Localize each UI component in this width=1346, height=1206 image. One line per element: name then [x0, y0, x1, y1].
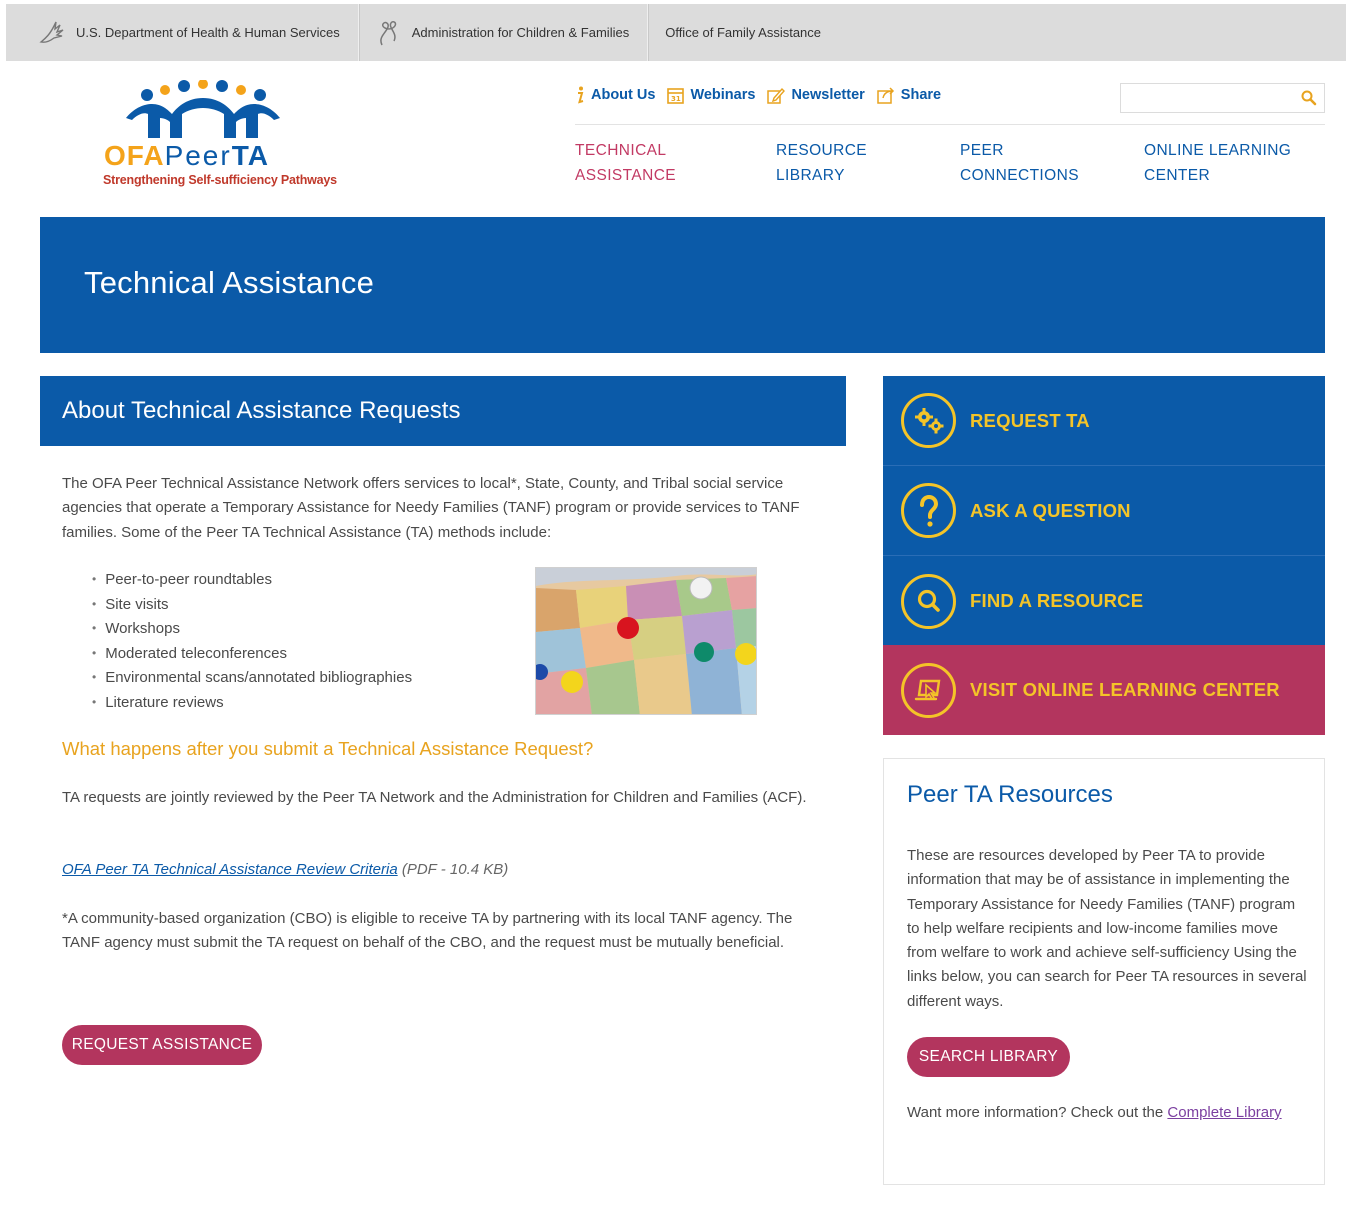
header-divider: [575, 124, 1325, 125]
nav-technical-assistance[interactable]: TECHNICAL ASSISTANCE: [575, 138, 676, 188]
search-icon[interactable]: [1300, 89, 1318, 107]
share-icon: [877, 86, 895, 104]
gears-icon: [901, 393, 956, 448]
page-banner: Technical Assistance: [40, 217, 1325, 353]
cta-ask-question[interactable]: ASK A QUESTION: [883, 466, 1325, 556]
logo-wordmark: OFAPeerTA: [104, 140, 269, 171]
intro-paragraph: The OFA Peer Technical Assistance Networ…: [62, 475, 800, 541]
cta-visit-online-learning-label: VISIT ONLINE LEARNING CENTER: [970, 679, 1280, 700]
resources-description: These are resources developed by Peer TA…: [907, 847, 1307, 1010]
search-library-button[interactable]: SEARCH LIBRARY: [907, 1037, 1070, 1077]
site-logo[interactable]: OFAPeerTA Strengthening Self-sufficiency…: [100, 80, 337, 195]
laptop-cursor-icon: [901, 662, 956, 718]
list-item: Site visits: [92, 593, 412, 618]
webinars-link[interactable]: 31 Webinars: [667, 87, 755, 104]
ofa-label: Office of Family Assistance: [665, 25, 822, 40]
criteria-paragraph: OFA Peer TA Technical Assistance Review …: [62, 858, 832, 882]
site-search: [1120, 83, 1325, 113]
hhs-eagle-icon: [38, 20, 66, 46]
ofa-link[interactable]: Office of Family Assistance: [647, 4, 839, 61]
about-us-link[interactable]: About Us: [575, 86, 655, 104]
map-pins-image: [535, 567, 757, 715]
newsletter-link[interactable]: Newsletter: [767, 87, 865, 104]
list-item: Workshops: [92, 617, 412, 642]
cta-visit-online-learning[interactable]: VISIT ONLINE LEARNING CENTER: [883, 645, 1325, 735]
cta-find-resource[interactable]: FIND A RESOURCE: [883, 556, 1325, 646]
page-title: Technical Assistance: [84, 265, 375, 300]
svg-text:31: 31: [671, 95, 681, 103]
list-item: Peer-to-peer roundtables: [92, 568, 412, 593]
list-item: Literature reviews: [92, 691, 412, 716]
nav-peer-connections[interactable]: PEER CONNECTIONS: [960, 138, 1079, 188]
utility-nav: About Us 31 Webinars Newsletter Share: [575, 86, 941, 104]
logo-people-icon: [126, 80, 280, 138]
hhs-label: U.S. Department of Health & Human Servic…: [76, 25, 340, 40]
peer-ta-resources-box: Peer TA Resources These are resources de…: [883, 758, 1325, 1185]
hhs-link[interactable]: U.S. Department of Health & Human Servic…: [6, 4, 358, 61]
cta-request-ta-label: REQUEST TA: [970, 409, 1090, 431]
review-criteria-link[interactable]: OFA Peer TA Technical Assistance Review …: [62, 861, 398, 878]
cta-ask-question-label: ASK A QUESTION: [970, 499, 1131, 521]
cbo-paragraph: *A community-based organization (CBO) is…: [62, 910, 793, 952]
cta-find-resource-label: FIND A RESOURCE: [970, 590, 1144, 611]
criteria-file-meta: (PDF - 10.4 KB): [397, 861, 509, 878]
main-nav: TECHNICAL ASSISTANCE RESOURCE LIBRARY PE…: [575, 138, 1335, 194]
about-us-label: About Us: [591, 87, 656, 103]
review-paragraph: TA requests are jointly reviewed by the …: [62, 789, 807, 806]
question-mark-icon: [901, 483, 956, 538]
gov-bar: U.S. Department of Health & Human Servic…: [6, 4, 1346, 61]
nav-resource-library[interactable]: RESOURCE LIBRARY: [776, 138, 867, 188]
request-assistance-button[interactable]: REQUEST ASSISTANCE: [62, 1025, 262, 1065]
acf-link[interactable]: Administration for Children & Families: [357, 4, 647, 61]
ta-methods-list: Peer-to-peer roundtables Site visits Wor…: [92, 568, 412, 715]
newsletter-label: Newsletter: [791, 87, 865, 103]
pencil-edit-icon: [767, 87, 786, 104]
logo-tagline: Strengthening Self-sufficiency Pathways: [103, 173, 337, 187]
magnifier-icon: [901, 573, 956, 629]
calendar-icon: 31: [667, 87, 685, 104]
nav-online-learning-center[interactable]: ONLINE LEARNING CENTER: [1144, 138, 1291, 188]
info-icon: [575, 86, 585, 104]
resources-title: Peer TA Resources: [907, 781, 1113, 808]
complete-library-link[interactable]: Complete Library: [1167, 1104, 1281, 1121]
section-title: About Technical Assistance Requests: [62, 397, 461, 424]
acf-label: Administration for Children & Families: [411, 25, 630, 40]
subheading-after-submit: What happens after you submit a Technica…: [62, 738, 594, 759]
search-input[interactable]: [1121, 84, 1291, 112]
more-info-text: Want more information? Check out the Com…: [907, 1104, 1282, 1121]
acf-figures-icon: [376, 19, 402, 47]
list-item: Moderated teleconferences: [92, 642, 412, 667]
section-header: About Technical Assistance Requests: [40, 376, 846, 446]
share-link[interactable]: Share: [877, 86, 942, 104]
webinars-label: Webinars: [690, 87, 756, 103]
share-label: Share: [900, 87, 942, 103]
list-item: Environmental scans/annotated bibliograp…: [92, 666, 412, 691]
cta-request-ta[interactable]: REQUEST TA: [883, 376, 1325, 466]
